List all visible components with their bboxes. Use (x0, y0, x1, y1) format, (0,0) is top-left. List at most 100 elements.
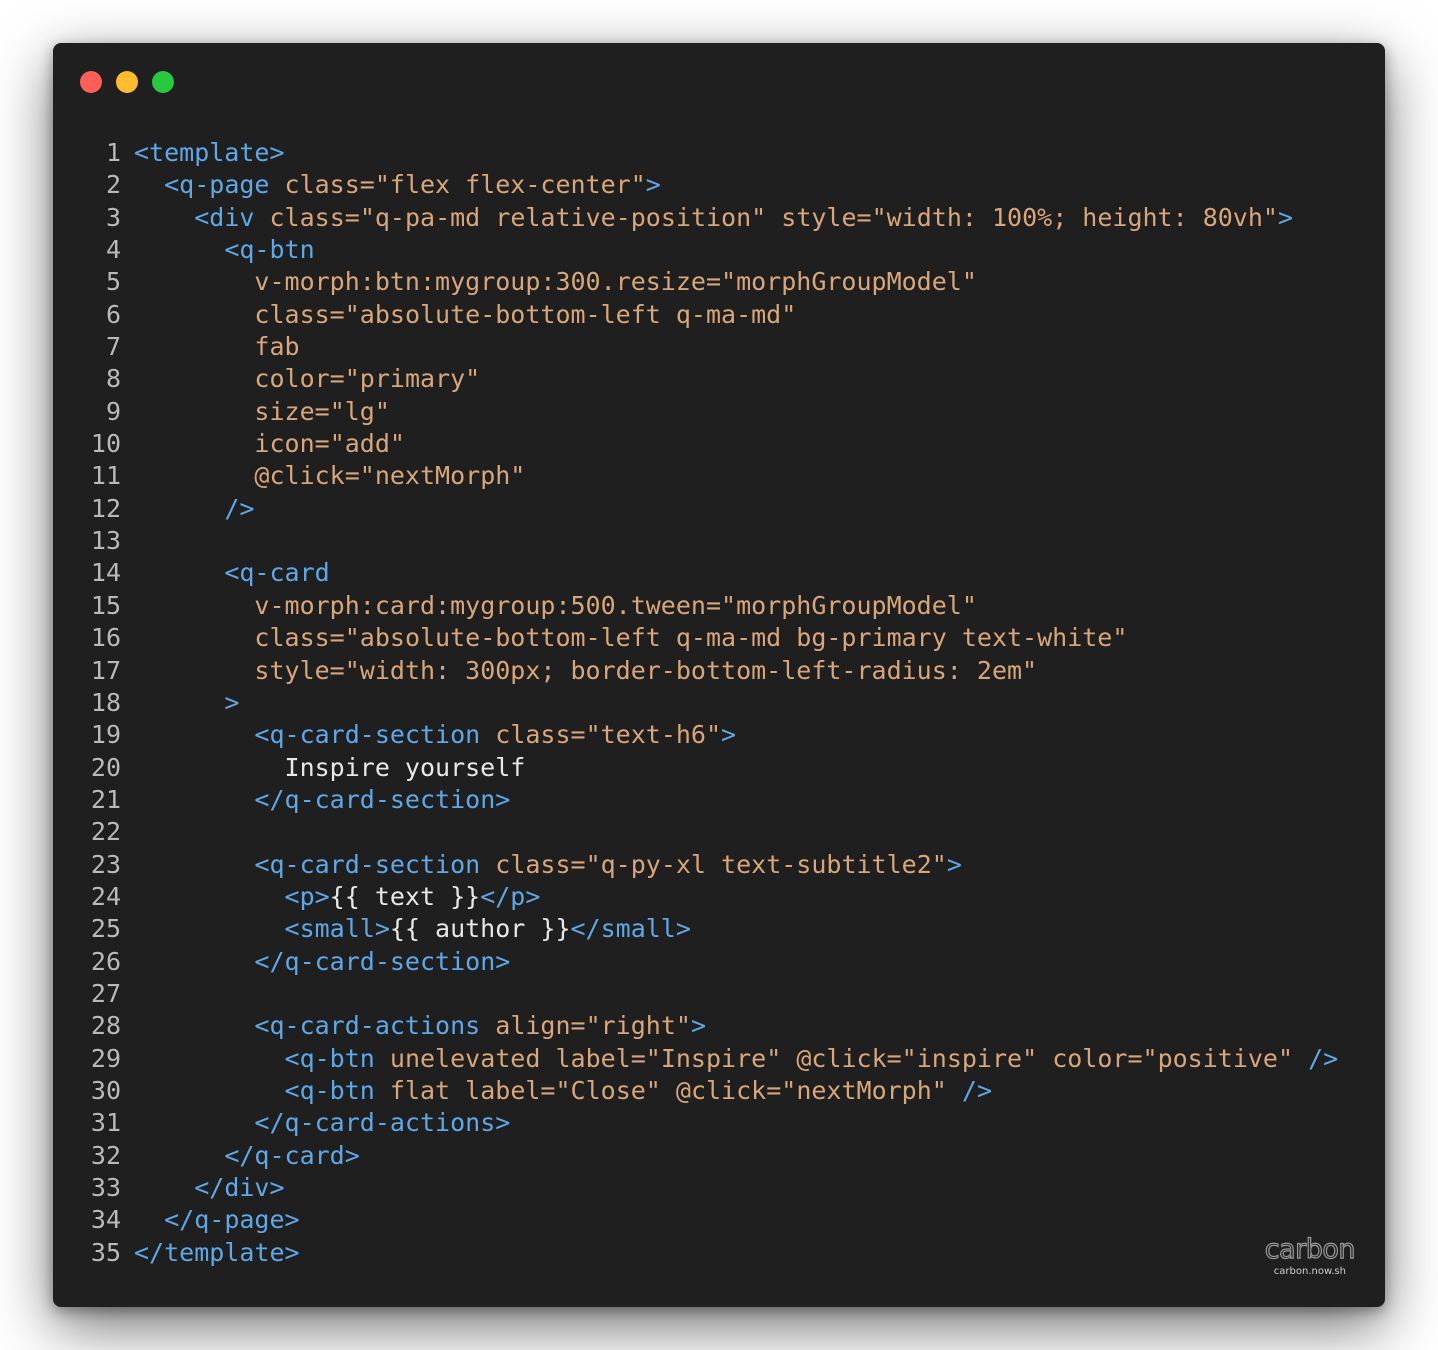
code-token-attr: flat (389, 1075, 451, 1105)
maximize-dot-icon[interactable] (152, 71, 174, 93)
code-token-str: "add" (329, 429, 405, 459)
code-line: 3 <div class="q-pa-md relative-position"… (53, 202, 1338, 234)
code-line: 11 @click="nextMorph" (53, 460, 1338, 492)
code-token-attr: class= (254, 299, 345, 329)
code-token-str: "absolute-bottom-left q-ma-md" (344, 299, 797, 329)
line-number: 16 (90, 623, 121, 653)
code-line: 25 <small>{{ author }}</small> (53, 913, 1338, 945)
code-token-attr: label= (465, 1075, 556, 1105)
code-line: 1 <template> (53, 137, 1338, 169)
line-number: 5 (105, 267, 121, 297)
code-token-ws (134, 1076, 285, 1105)
code-token-ws (134, 267, 254, 296)
code-token-attr: class= (284, 170, 375, 200)
line-number: 21 (90, 784, 121, 814)
code-token-attr: align= (495, 1011, 586, 1041)
close-dot-icon[interactable] (80, 71, 102, 93)
code-token-attr: @click= (675, 1075, 782, 1105)
code-line: 10 icon="add" (53, 428, 1338, 460)
code-token-tag: <q-card-section (254, 720, 481, 750)
code-token-tag: <q-card-section (254, 849, 481, 879)
code-token-ws (134, 332, 254, 361)
code-token-str: "primary" (344, 364, 481, 394)
code-token-ws (134, 623, 254, 652)
line-number: 30 (90, 1075, 121, 1105)
code-line: 4 <q-btn (53, 234, 1338, 266)
code-token-tag: </q-card-section> (254, 784, 511, 814)
code-token-attr: class= (495, 849, 586, 879)
code-line: 17 style="width: 300px; border-bottom-le… (53, 655, 1338, 687)
code-line: 8 color="primary" (53, 363, 1338, 395)
minimize-dot-icon[interactable] (116, 71, 138, 93)
code-line: 30 <q-btn flat label="Close" @click="nex… (53, 1075, 1338, 1107)
code-token-tag: /> (1308, 1043, 1339, 1073)
code-token-ws (134, 1173, 194, 1202)
code-token-ws (134, 753, 285, 782)
code-token-txt: {{ text }} (329, 881, 481, 911)
code-token-ws (661, 1076, 676, 1105)
code-token-tag: <small> (284, 914, 390, 944)
code-token-tag: > (224, 687, 240, 717)
code-token-ws (540, 1044, 555, 1073)
code-line: 5 v-morph:btn:mygroup:300.resize="morphG… (53, 266, 1338, 298)
code-line: 31 </q-card-actions> (53, 1107, 1338, 1139)
code-token-ws (134, 235, 224, 264)
code-token-tag: </q-card-section> (254, 946, 511, 976)
code-token-ws (375, 1076, 390, 1105)
code-token-tag: </q-page> (164, 1205, 300, 1235)
code-token-str: "Inspire" (645, 1043, 782, 1073)
line-number: 20 (90, 752, 121, 782)
line-number: 28 (90, 1011, 121, 1041)
code-token-str: "right" (585, 1011, 691, 1041)
code-token-ws (134, 882, 285, 911)
line-number: 33 (90, 1173, 121, 1202)
code-token-attr: fab (254, 332, 300, 362)
code-line: 2 <q-page class="flex flex-center"> (53, 169, 1338, 201)
code-token-tag: > (645, 170, 661, 200)
code-token-ws (480, 850, 495, 879)
carbon-watermark: carbon carbon.now.sh (1264, 1234, 1356, 1279)
line-number: 23 (90, 849, 121, 879)
line-number: 27 (90, 978, 121, 1008)
code-line: 18 > (53, 687, 1338, 719)
code-token-tag: > (1277, 202, 1294, 232)
code-token-attr: color= (1052, 1043, 1143, 1073)
line-number: 12 (90, 493, 121, 523)
line-number: 15 (90, 590, 121, 620)
code-token-txt: Inspire yourself (284, 752, 526, 782)
code-token-attr: label= (555, 1043, 646, 1073)
code-token-ws (134, 170, 164, 199)
code-token-tag: <q-card-actions (254, 1011, 481, 1041)
code-token-str: "width: 300px; border-bottom-left-radius… (344, 655, 1038, 685)
code-token-ws (134, 720, 254, 749)
code-line: 33 </div> (53, 1172, 1338, 1204)
code-token-attr: class= (254, 623, 345, 653)
code-token-ws (450, 1076, 465, 1105)
code-token-str: "morphGroupModel" (721, 590, 977, 620)
line-number: 35 (90, 1237, 121, 1267)
code-line: 35 </template> (53, 1237, 1338, 1269)
code-token-ws (766, 203, 781, 232)
code-line: 29 <q-btn unelevated label="Inspire" @cl… (53, 1043, 1338, 1075)
line-number: 6 (105, 299, 121, 329)
code-block: 1 <template> 2 <q-page class="flex flex-ce… (53, 137, 1338, 1269)
code-token-ws (781, 1044, 796, 1073)
code-token-tag: </q-card-actions> (254, 1108, 511, 1138)
code-line: 20 Inspire yourself (53, 752, 1338, 784)
code-token-attr: style= (781, 202, 872, 232)
code-token-tag: <q-btn (284, 1075, 375, 1105)
code-token-tag: /> (224, 493, 255, 523)
code-token-ws (134, 850, 254, 879)
line-number: 24 (90, 881, 121, 911)
code-token-ws (134, 429, 254, 458)
code-line: 15 v-morph:card:mygroup:500.tween="morph… (53, 590, 1338, 622)
code-token-str: "flex flex-center" (374, 170, 646, 200)
code-token-ws (269, 170, 284, 199)
line-number: 1 (105, 138, 121, 167)
code-token-tag: </q-card> (224, 1140, 360, 1170)
code-token-tag: <q-btn (224, 235, 315, 265)
line-number: 25 (90, 914, 121, 944)
code-token-attr: @click= (796, 1043, 902, 1073)
code-token-attr: class= (269, 202, 360, 232)
code-token-tag: <div (194, 202, 255, 232)
